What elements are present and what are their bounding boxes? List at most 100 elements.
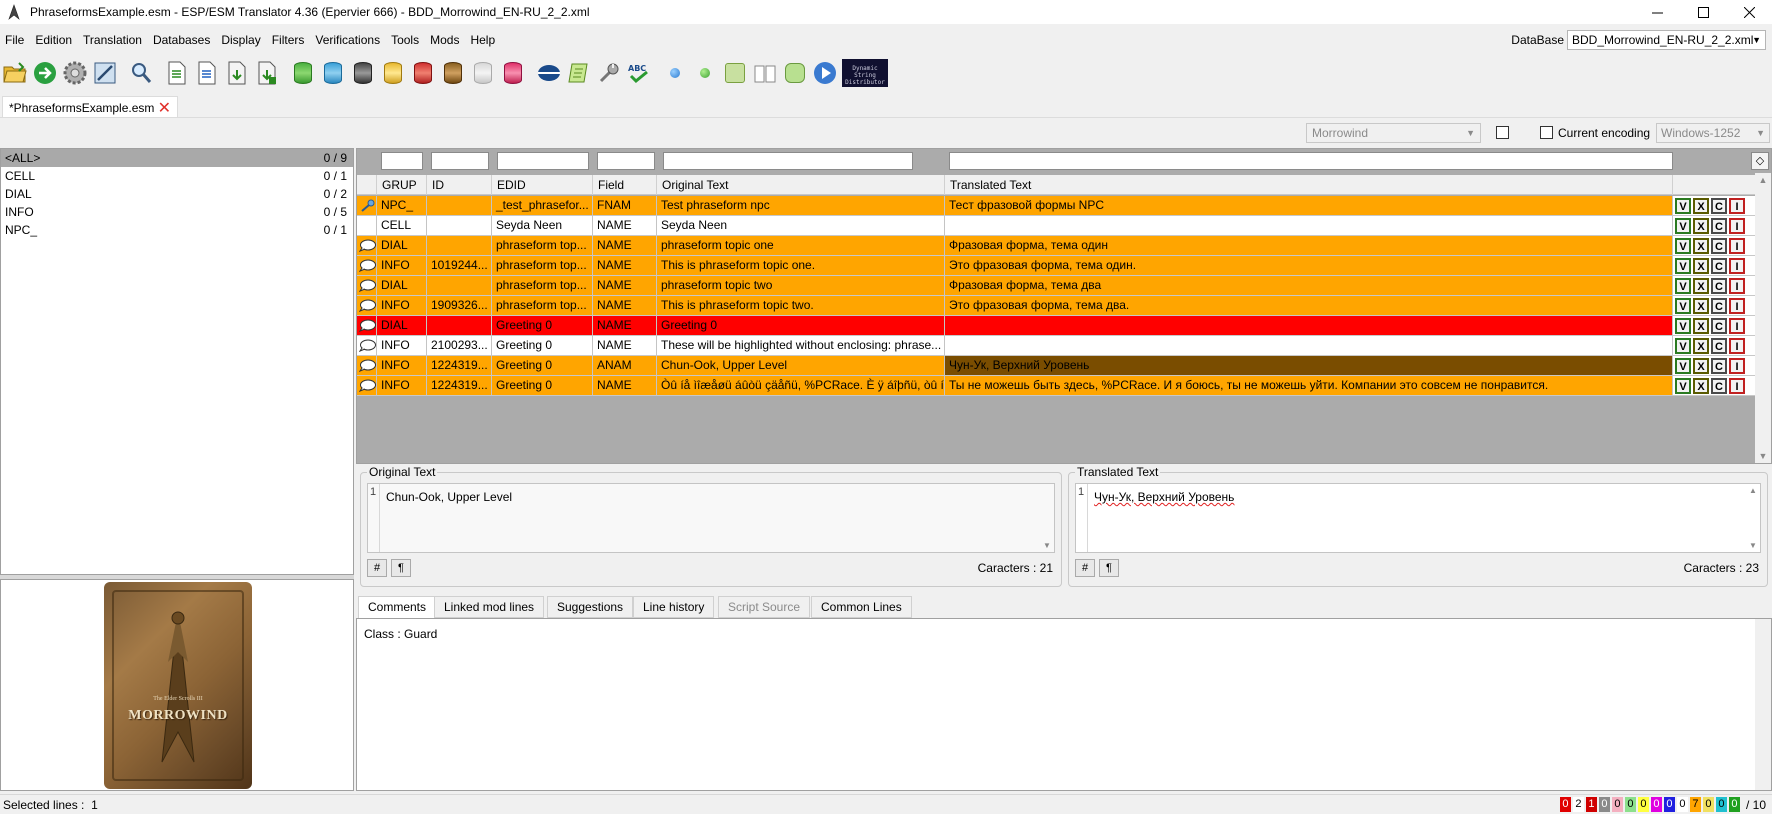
copy-button[interactable]: C	[1711, 318, 1727, 334]
close-window-button[interactable]	[1726, 0, 1772, 24]
header-grup[interactable]: GRUP	[377, 175, 427, 195]
cell-id[interactable]	[427, 276, 492, 295]
info-button[interactable]: I	[1729, 378, 1745, 394]
play-button[interactable]	[812, 60, 838, 86]
table-row[interactable]: NPC_ _test_phrasefor... FNAM Test phrasefor…	[357, 196, 1757, 216]
edit-button[interactable]	[92, 60, 118, 86]
blue-dot-button[interactable]	[662, 60, 688, 86]
menu-file[interactable]: File	[0, 28, 30, 52]
table-row[interactable]: INFO 1224319... Greeting 0 ANAM Chun-Ook, Up…	[357, 356, 1757, 376]
menu-translation[interactable]: Translation	[78, 28, 148, 52]
scroll-down-icon[interactable]: ▼	[1755, 451, 1771, 461]
cell-original-text[interactable]: These will be highlighted without enclos…	[657, 336, 945, 355]
table-row[interactable]: DIAL Greeting 0 NAME Greeting 0 VXCI	[357, 316, 1757, 336]
table-row[interactable]: INFO 2100293... Greeting 0 NAME These will b…	[357, 336, 1757, 356]
copy-button[interactable]: C	[1711, 218, 1727, 234]
validate-button[interactable]: V	[1675, 298, 1691, 314]
cell-translated-text[interactable]	[945, 336, 1673, 355]
cell-grup[interactable]: NPC_	[377, 196, 427, 215]
cell-edid[interactable]: Greeting 0	[492, 376, 593, 395]
validate-button[interactable]: V	[1675, 378, 1691, 394]
info-button[interactable]: I	[1729, 198, 1745, 214]
reject-button[interactable]: X	[1693, 198, 1709, 214]
cell-field[interactable]: FNAM	[593, 196, 657, 215]
cell-translated-text[interactable]: Это фразовая форма, тема один.	[945, 256, 1673, 275]
table-row[interactable]: DIAL phraseform top... NAME phraseform topi…	[357, 276, 1757, 296]
cell-field[interactable]: ANAM	[593, 356, 657, 375]
cell-edid[interactable]: Greeting 0	[492, 316, 593, 335]
header-edid[interactable]: EDID	[492, 175, 593, 195]
hash-button[interactable]: #	[367, 559, 387, 577]
table-row[interactable]: DIAL phraseform top... NAME phraseform topi…	[357, 236, 1757, 256]
cell-grup[interactable]: DIAL	[377, 276, 427, 295]
cell-original-text[interactable]: This is phraseform topic one.	[657, 256, 945, 275]
cell-translated-text[interactable]	[945, 316, 1673, 335]
menu-help[interactable]: Help	[465, 28, 501, 52]
cell-translated-text[interactable]: Это фразовая форма, тема два.	[945, 296, 1673, 315]
menu-tools[interactable]: Tools	[386, 28, 425, 52]
table-row[interactable]: INFO 1019244... phraseform top... NAME This …	[357, 256, 1757, 276]
menu-mods[interactable]: Mods	[425, 28, 465, 52]
clear-filters-button[interactable]: ◇	[1751, 152, 1769, 170]
grid-scrollbar[interactable]: ▲ ▼	[1755, 173, 1771, 463]
go-button[interactable]	[32, 60, 58, 86]
original-text-editor[interactable]: 1 Chun-Ook, Upper Level ▼	[367, 483, 1055, 553]
cell-field[interactable]: NAME	[593, 336, 657, 355]
reject-button[interactable]: X	[1693, 378, 1709, 394]
settings-button[interactable]	[62, 60, 88, 86]
reject-button[interactable]: X	[1693, 338, 1709, 354]
cell-id[interactable]: 2100293...	[427, 336, 492, 355]
editor-scrollbar[interactable]: ▲ ▼	[1746, 484, 1760, 552]
validate-button[interactable]: V	[1675, 218, 1691, 234]
table-row[interactable]: CELL Seyda Neen NAME Seyda Neen V X C I	[357, 216, 1757, 236]
group-item-dial[interactable]: DIAL 0 / 2	[1, 185, 353, 203]
editor-scrollbar[interactable]: ▼	[1040, 484, 1054, 552]
save-as-button[interactable]	[254, 60, 280, 86]
globe-button[interactable]	[536, 60, 562, 86]
cell-original-text[interactable]: Greeting 0	[657, 316, 945, 335]
menu-edition[interactable]: Edition	[30, 28, 78, 52]
copy-button[interactable]: C	[1711, 298, 1727, 314]
validate-button[interactable]: V	[1675, 258, 1691, 274]
menu-verifications[interactable]: Verifications	[310, 28, 386, 52]
close-tab-icon[interactable]: ✕	[158, 98, 171, 118]
cell-id[interactable]	[427, 236, 492, 255]
cell-edid[interactable]: phraseform top...	[492, 296, 593, 315]
open-button[interactable]	[2, 60, 28, 86]
validate-button[interactable]: V	[1675, 198, 1691, 214]
db-yellow-button[interactable]	[380, 60, 406, 86]
pilcrow-button[interactable]: ¶	[391, 559, 411, 577]
db-green-button[interactable]	[290, 60, 316, 86]
cell-grup[interactable]: INFO	[377, 376, 427, 395]
reject-button[interactable]: X	[1693, 218, 1709, 234]
cell-original-text[interactable]: Seyda Neen	[657, 216, 945, 235]
cell-original-text[interactable]: Òû íå ìîæåøü áûòü çäåñü, %PCRace. È ÿ áî…	[657, 376, 945, 395]
cell-grup[interactable]: DIAL	[377, 316, 427, 335]
green-dot-button[interactable]	[692, 60, 718, 86]
info-button[interactable]: I	[1729, 218, 1745, 234]
copy-button[interactable]: C	[1711, 238, 1727, 254]
info-button[interactable]: I	[1729, 318, 1745, 334]
pilcrow-button[interactable]: ¶	[1099, 559, 1119, 577]
filter-id-input[interactable]	[431, 152, 489, 170]
cell-translated-text[interactable]: Ты не можешь быть здесь, %PCRace. И я бо…	[945, 376, 1673, 395]
cell-edid[interactable]: phraseform top...	[492, 236, 593, 255]
menu-display[interactable]: Display	[216, 28, 266, 52]
cell-field[interactable]: NAME	[593, 316, 657, 335]
cell-original-text[interactable]: This is phraseform topic two.	[657, 296, 945, 315]
cell-edid[interactable]: Greeting 0	[492, 356, 593, 375]
cell-grup[interactable]: INFO	[377, 256, 427, 275]
cell-field[interactable]: NAME	[593, 256, 657, 275]
info-button[interactable]: I	[1729, 358, 1745, 374]
header-translated-text[interactable]: Translated Text	[945, 175, 1673, 195]
current-encoding-checkbox[interactable]	[1540, 126, 1553, 139]
cell-grup[interactable]: CELL	[377, 216, 427, 235]
hash-button[interactable]: #	[1075, 559, 1095, 577]
minimize-button[interactable]	[1634, 0, 1680, 24]
game-select[interactable]: Morrowind ▼	[1306, 123, 1481, 143]
table-row[interactable]: INFO 1909326... phraseform top... NAME This …	[357, 296, 1757, 316]
translated-text-editor[interactable]: 1 Чун-Ук, Верхний Уровень ▲ ▼	[1075, 483, 1761, 553]
copy-button[interactable]: C	[1711, 198, 1727, 214]
cell-original-text[interactable]: phraseform topic one	[657, 236, 945, 255]
filter-edid-input[interactable]	[497, 152, 589, 170]
